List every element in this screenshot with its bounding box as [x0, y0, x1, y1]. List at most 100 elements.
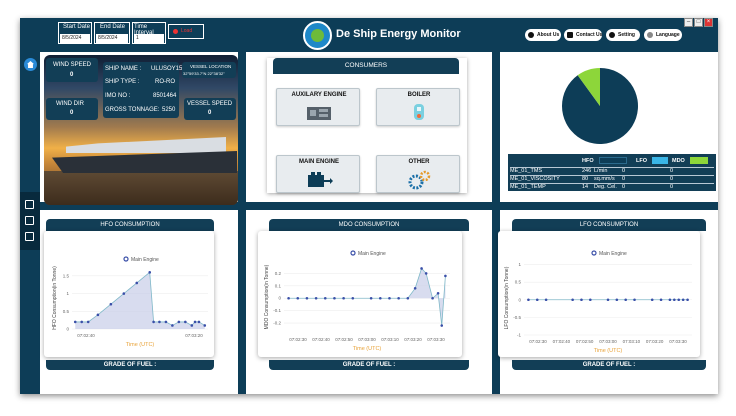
x-tick-label: 07:03:30: [669, 339, 687, 344]
data-point: [73, 320, 77, 324]
consumer-label: AUXILARY ENGINE: [291, 92, 347, 98]
hfo-chart-card: Main Engine 0 0.5 1 1.5 07:02:40 07:03:20 Time …: [44, 231, 214, 357]
data-point: [436, 291, 440, 295]
vertical-divider-left: [238, 52, 246, 394]
data-point: [122, 292, 126, 295]
interval-select[interactable]: 1: [134, 34, 164, 43]
data-point: [378, 296, 382, 300]
data-point: [633, 298, 636, 302]
wind-dir-box: WIND DIR 0: [46, 98, 98, 120]
x-tick-label: 07:02:50: [335, 337, 353, 342]
data-point: [615, 298, 619, 302]
x-tick-label: 07:03:30: [427, 337, 445, 342]
consumer-label: BOILER: [407, 92, 431, 98]
y-tick-label: -0.5: [513, 315, 521, 320]
app-logo: [303, 21, 332, 50]
data-point: [171, 324, 174, 327]
y-tick-label: 0.1: [275, 283, 282, 288]
language-label: Language: [656, 32, 680, 38]
data-point: [369, 296, 373, 300]
y-tick-label: 1.5: [63, 273, 70, 278]
y-tick-label: 1: [518, 262, 521, 267]
close-button[interactable]: ×: [704, 18, 713, 27]
param-name: ME_01_TEMP: [510, 184, 546, 190]
data-point: [677, 298, 681, 302]
data-point: [606, 298, 610, 302]
data-point: [424, 272, 428, 275]
legend-lfo-label: LFO: [636, 158, 647, 164]
data-point: [624, 298, 627, 302]
data-point: [323, 296, 327, 300]
x-tick-label: 07:02:40: [77, 333, 95, 338]
y-tick-label: 0.5: [63, 309, 70, 314]
consumer-other[interactable]: OTHER: [376, 155, 460, 193]
consumer-label: MAIN ENGINE: [298, 159, 339, 165]
load-button[interactable]: Load: [168, 24, 204, 39]
data-point: [184, 320, 187, 324]
home-icon[interactable]: [24, 58, 37, 71]
wind-dir-value: 0: [70, 110, 74, 116]
data-point: [681, 298, 685, 302]
legend-hfo-swatch: [599, 157, 627, 164]
minimize-button[interactable]: –: [684, 18, 693, 27]
x-tick-label: 07:03:00: [599, 339, 617, 344]
x-tick-label: 07:02:40: [553, 339, 571, 344]
about-us-button[interactable]: About Us: [525, 29, 561, 41]
start-date-group: Start Date 8/5/2024: [58, 22, 92, 44]
series-area: [288, 268, 446, 326]
gear-icon: [609, 32, 615, 38]
login-icon[interactable]: [25, 216, 34, 225]
data-point: [80, 320, 84, 324]
param-lfo: 0: [622, 184, 626, 190]
ship-type-value: RO-RO: [155, 79, 175, 85]
x-tick-label: 07:03:10: [623, 339, 641, 344]
data-point: [203, 324, 207, 327]
y-tick-label: -1: [517, 333, 521, 338]
data-point: [177, 320, 181, 324]
data-point: [197, 320, 201, 324]
legend-label: Main Engine: [131, 257, 159, 263]
data-point: [86, 320, 90, 324]
language-icon: [647, 32, 653, 38]
vessel-speed-label: VESSEL SPEED: [187, 101, 233, 107]
param-mdo: 0: [670, 176, 674, 182]
language-button[interactable]: Language: [644, 29, 682, 41]
data-point: [287, 296, 290, 300]
start-date-input[interactable]: 8/5/2024: [60, 34, 90, 43]
setting-button[interactable]: Setting: [606, 29, 640, 41]
dashboard-icon[interactable]: [25, 200, 34, 209]
consumer-main-engine[interactable]: MAIN ENGINE: [276, 155, 360, 193]
data-point: [351, 296, 355, 300]
lfo-grade-footer: GRADE OF FUEL :: [512, 360, 706, 370]
vessel-location-label: VESSEL LOCATION: [190, 64, 232, 69]
consumer-auxilary-engine[interactable]: AUXILARY ENGINE: [276, 88, 360, 126]
data-point: [406, 296, 410, 300]
contact-icon: [567, 32, 573, 38]
ship-hull: [52, 151, 237, 173]
maximize-button[interactable]: □: [694, 18, 703, 27]
tonnage-label: GROSS TONNAGE:: [105, 107, 160, 113]
info-icon: [528, 32, 534, 38]
data-point: [580, 298, 583, 302]
interval-group: Time Interval 1: [132, 22, 166, 44]
vessel-speed-value: 0: [208, 110, 212, 116]
param-mdo: 0: [670, 168, 674, 174]
mdo-chart: Main Engine -0.2 -0.1 0 0.1 0.2 07:02:30 07:02:…: [264, 250, 450, 352]
end-date-input[interactable]: 8/5/2024: [96, 34, 128, 43]
param-value: 14: [582, 184, 589, 190]
hfo-grade-footer: GRADE OF FUEL :: [46, 360, 214, 370]
start-date-label: Start Date: [63, 24, 91, 30]
consumer-boiler[interactable]: BOILER: [376, 88, 460, 126]
param-unit: Deg. Cel.: [594, 184, 617, 190]
wind-speed-value: 0: [70, 72, 74, 78]
lfo-chart: Main Engine -1 -0.5 0 0.5 1 07:02:30 07:02:40 07…: [504, 250, 692, 354]
report-icon[interactable]: [25, 232, 34, 241]
contact-us-button[interactable]: Contact Us: [564, 29, 602, 41]
data-point: [388, 296, 391, 300]
y-tick-label: -0.2: [273, 321, 281, 326]
legend-marker: [350, 250, 356, 256]
ship-details-box: SHIP NAME : ULUSOY15 SHIP TYPE : RO-RO I…: [103, 62, 182, 118]
legend-hfo-label: HFO: [582, 158, 594, 164]
data-point: [650, 298, 654, 302]
ship-superstructure: [66, 137, 226, 153]
